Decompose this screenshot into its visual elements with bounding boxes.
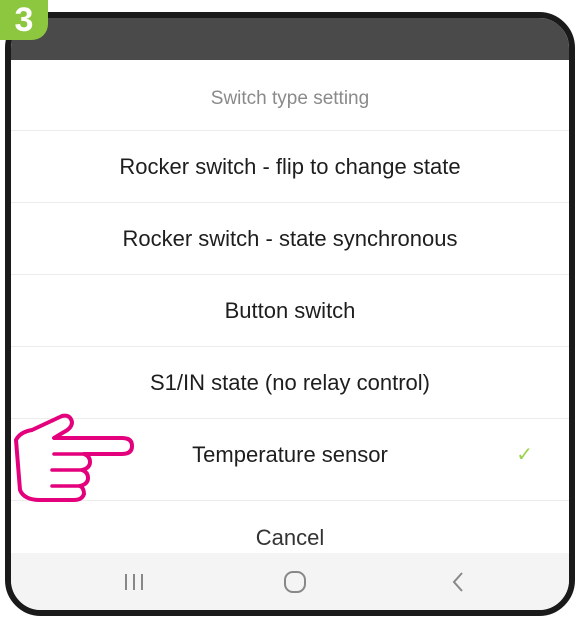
option-rocker-synchronous[interactable]: Rocker switch - state synchronous (11, 202, 569, 274)
back-button[interactable] (429, 553, 489, 610)
option-label: Rocker switch - flip to change state (119, 154, 461, 179)
navigation-bar (11, 553, 569, 610)
home-icon (284, 570, 306, 593)
option-s1-in-state[interactable]: S1/IN state (no relay control) (11, 346, 569, 418)
status-bar (11, 18, 569, 60)
pointing-hand-icon (14, 413, 134, 502)
option-label: Rocker switch - state synchronous (122, 226, 458, 251)
dialog-title: Switch type setting (210, 88, 370, 109)
option-label: S1/IN state (no relay control) (149, 370, 430, 395)
option-button-switch[interactable]: Button switch (11, 274, 569, 346)
option-rocker-flip[interactable]: Rocker switch - flip to change state (11, 130, 569, 202)
step-number-badge: 3 (0, 0, 48, 40)
home-button[interactable] (265, 553, 325, 610)
option-label: Temperature sensor (192, 442, 388, 467)
recent-apps-button[interactable] (104, 553, 164, 610)
checkmark-icon: ✓ (516, 444, 533, 466)
option-label: Button switch (224, 298, 356, 323)
phone-frame: Switch type setting Rocker switch - flip… (5, 12, 575, 616)
back-icon (452, 571, 463, 592)
recent-apps-icon (125, 573, 143, 590)
